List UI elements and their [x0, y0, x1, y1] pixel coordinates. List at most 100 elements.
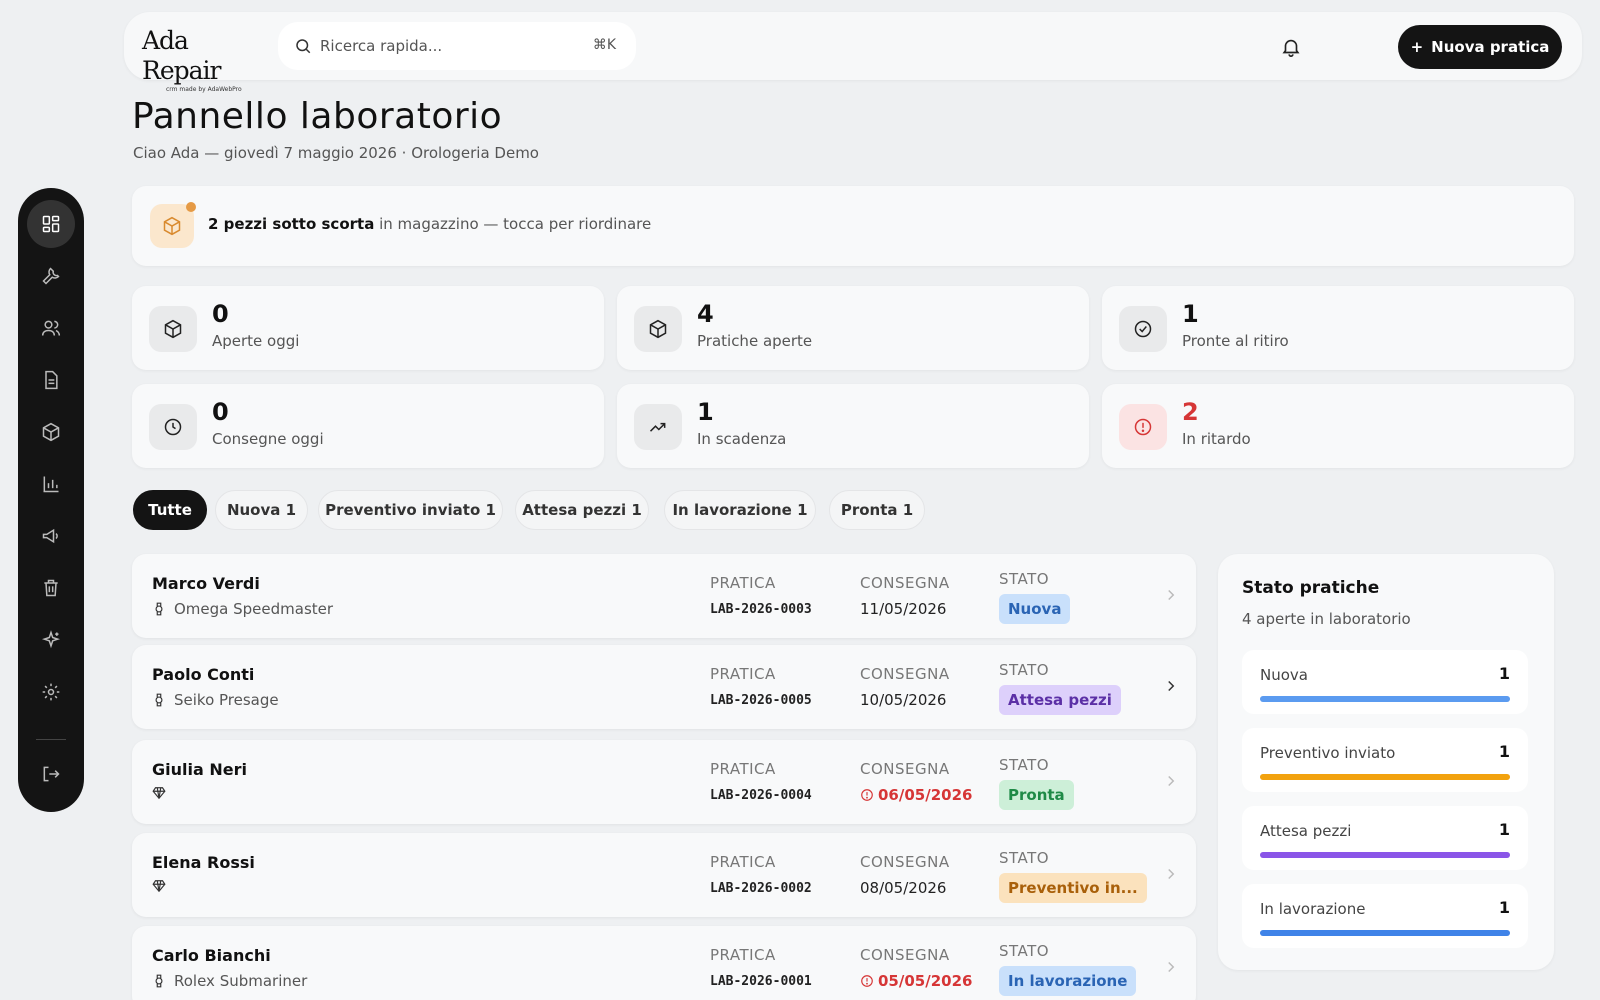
- stat-card-late[interactable]: 2 In ritardo: [1102, 384, 1574, 468]
- status-progress-bar: [1260, 852, 1510, 858]
- stat-label: Consegne oggi: [212, 430, 324, 448]
- table-row[interactable]: Elena Rossi PRATICA LAB-2026-0002 CONSEG…: [132, 833, 1196, 917]
- delivery-date-value: 10/05/2026: [860, 691, 947, 709]
- filter-in-lavorazione[interactable]: In lavorazione 1: [664, 490, 816, 530]
- filter-preventivo[interactable]: Preventivo inviato 1: [318, 490, 503, 530]
- sidebar-item-dashboard[interactable]: [27, 200, 75, 248]
- sidebar-item-trash[interactable]: [27, 564, 75, 612]
- status-label: STATO: [999, 942, 1050, 960]
- status-card-in-lavorazione[interactable]: In lavorazione 1: [1242, 884, 1528, 948]
- new-pratica-button[interactable]: + Nuova pratica: [1398, 25, 1562, 69]
- stat-card-due-soon[interactable]: 1 In scadenza: [617, 384, 1089, 468]
- stat-icon-box: [634, 404, 682, 450]
- chevron-right-icon[interactable]: [1162, 865, 1180, 883]
- status-progress-fill: [1260, 696, 1510, 702]
- panel-subtitle: 4 aperte in laboratorio: [1242, 610, 1411, 628]
- sidebar-item-clients[interactable]: [27, 304, 75, 352]
- table-row[interactable]: Giulia Neri PRATICA LAB-2026-0004 CONSEG…: [132, 740, 1196, 824]
- bell-icon[interactable]: [1280, 36, 1302, 58]
- status-name: Attesa pezzi: [1260, 822, 1352, 840]
- stat-value: 4: [697, 300, 714, 328]
- delivery-date: 06/05/2026: [860, 786, 972, 804]
- status-card-nuova[interactable]: Nuova 1: [1242, 650, 1528, 714]
- status-name: Preventivo inviato: [1260, 744, 1396, 762]
- box-icon: [649, 319, 667, 339]
- chevron-right-icon[interactable]: [1162, 772, 1180, 790]
- wrench-icon: [42, 267, 60, 285]
- search-box[interactable]: ⌘K: [278, 22, 636, 70]
- watch-icon: [155, 602, 163, 616]
- watch-model: [152, 786, 166, 800]
- notification-dot: [186, 202, 196, 212]
- alert-bold: 2 pezzi sotto scorta: [208, 215, 375, 233]
- status-card-attesa-pezzi[interactable]: Attesa pezzi 1: [1242, 806, 1528, 870]
- stat-icon-box: [1119, 404, 1167, 450]
- megaphone-icon: [42, 528, 58, 544]
- stat-card-deliveries-today[interactable]: 0 Consegne oggi: [132, 384, 604, 468]
- ref-label: PRATICA: [710, 946, 776, 964]
- page-subtitle: Ciao Ada — giovedì 7 maggio 2026 · Orolo…: [133, 144, 539, 162]
- table-row[interactable]: Carlo Bianchi Rolex Submariner PRATICA L…: [132, 926, 1196, 1000]
- stat-icon-box: [634, 306, 682, 352]
- pratica-ref: LAB-2026-0003: [710, 602, 812, 617]
- delivery-label: CONSEGNA: [860, 946, 950, 964]
- plus-icon: +: [1410, 38, 1424, 56]
- brand-logo[interactable]: Ada Repair crm made by AdaWebPro: [142, 26, 262, 93]
- watch-model: Omega Speedmaster: [152, 600, 333, 618]
- status-card-preventivo[interactable]: Preventivo inviato 1: [1242, 728, 1528, 792]
- stat-card-open-pratiche[interactable]: 4 Pratiche aperte: [617, 286, 1089, 370]
- status-summary-panel: Stato pratiche 4 aperte in laboratorio N…: [1218, 554, 1554, 970]
- filter-pronta[interactable]: Pronta 1: [829, 490, 925, 530]
- status-badge: In lavorazione: [999, 966, 1137, 996]
- gear-icon: [42, 683, 60, 701]
- ref-label: PRATICA: [710, 853, 776, 871]
- ref-label: PRATICA: [710, 760, 776, 778]
- panel-title: Stato pratiche: [1242, 578, 1380, 598]
- status-progress-bar: [1260, 774, 1510, 780]
- table-row[interactable]: Paolo Conti Seiko Presage PRATICA LAB-20…: [132, 645, 1196, 729]
- sidebar-divider: [36, 739, 66, 740]
- watch-model-label: Omega Speedmaster: [174, 600, 334, 618]
- status-progress-bar: [1260, 930, 1510, 936]
- watch-model: Rolex Submariner: [152, 972, 307, 990]
- chevron-right-icon[interactable]: [1162, 586, 1180, 604]
- delivery-date: 05/05/2026: [860, 972, 972, 990]
- low-stock-alert[interactable]: 2 pezzi sotto scorta in magazzino — tocc…: [132, 186, 1574, 266]
- sidebar-item-repairs[interactable]: [27, 252, 75, 300]
- sidebar-item-settings[interactable]: [27, 668, 75, 716]
- filter-nuova[interactable]: Nuova 1: [215, 490, 308, 530]
- chevron-right-icon[interactable]: [1162, 958, 1180, 976]
- search-input[interactable]: [320, 32, 570, 60]
- sidebar-item-reports[interactable]: [27, 460, 75, 508]
- status-progress-fill: [1260, 774, 1510, 780]
- filter-attesa-pezzi[interactable]: Attesa pezzi 1: [515, 490, 649, 530]
- watch-model-label: Rolex Submariner: [174, 972, 308, 990]
- status-count: 1: [1498, 898, 1510, 917]
- table-row[interactable]: Marco Verdi Omega Speedmaster PRATICA LA…: [132, 554, 1196, 638]
- sidebar-item-marketing[interactable]: [27, 512, 75, 560]
- stat-card-opened-today[interactable]: 0 Aperte oggi: [132, 286, 604, 370]
- sidebar-item-documents[interactable]: [27, 356, 75, 404]
- stat-label: Pratiche aperte: [697, 332, 813, 350]
- filter-tutte[interactable]: Tutte: [133, 490, 207, 530]
- stat-card-ready[interactable]: 1 Pronte al ritiro: [1102, 286, 1574, 370]
- top-bar: Ada Repair crm made by AdaWebPro ⌘K + Nu…: [124, 12, 1582, 93]
- sidebar-item-inventory[interactable]: [27, 408, 75, 456]
- trend-up-icon: [649, 422, 666, 432]
- sidebar-item-logout[interactable]: [27, 750, 75, 798]
- chevron-right-icon[interactable]: [1162, 677, 1180, 695]
- client-name: Elena Rossi: [152, 853, 255, 872]
- new-pratica-label: Nuova pratica: [1431, 38, 1550, 56]
- sidebar-item-ai[interactable]: [27, 616, 75, 664]
- logout-icon: [43, 766, 60, 782]
- stat-value: 0: [212, 398, 229, 426]
- stat-label: In scadenza: [697, 430, 787, 448]
- status-count: 1: [1498, 820, 1510, 839]
- alert-text: 2 pezzi sotto scorta in magazzino — tocc…: [208, 215, 651, 233]
- watch-model: Seiko Presage: [152, 691, 279, 709]
- stat-label: Pronte al ritiro: [1182, 332, 1289, 350]
- client-name: Marco Verdi: [152, 574, 260, 593]
- clock-icon: [164, 418, 182, 436]
- stat-icon-box: [149, 306, 197, 352]
- alert-circle-icon: [861, 975, 873, 987]
